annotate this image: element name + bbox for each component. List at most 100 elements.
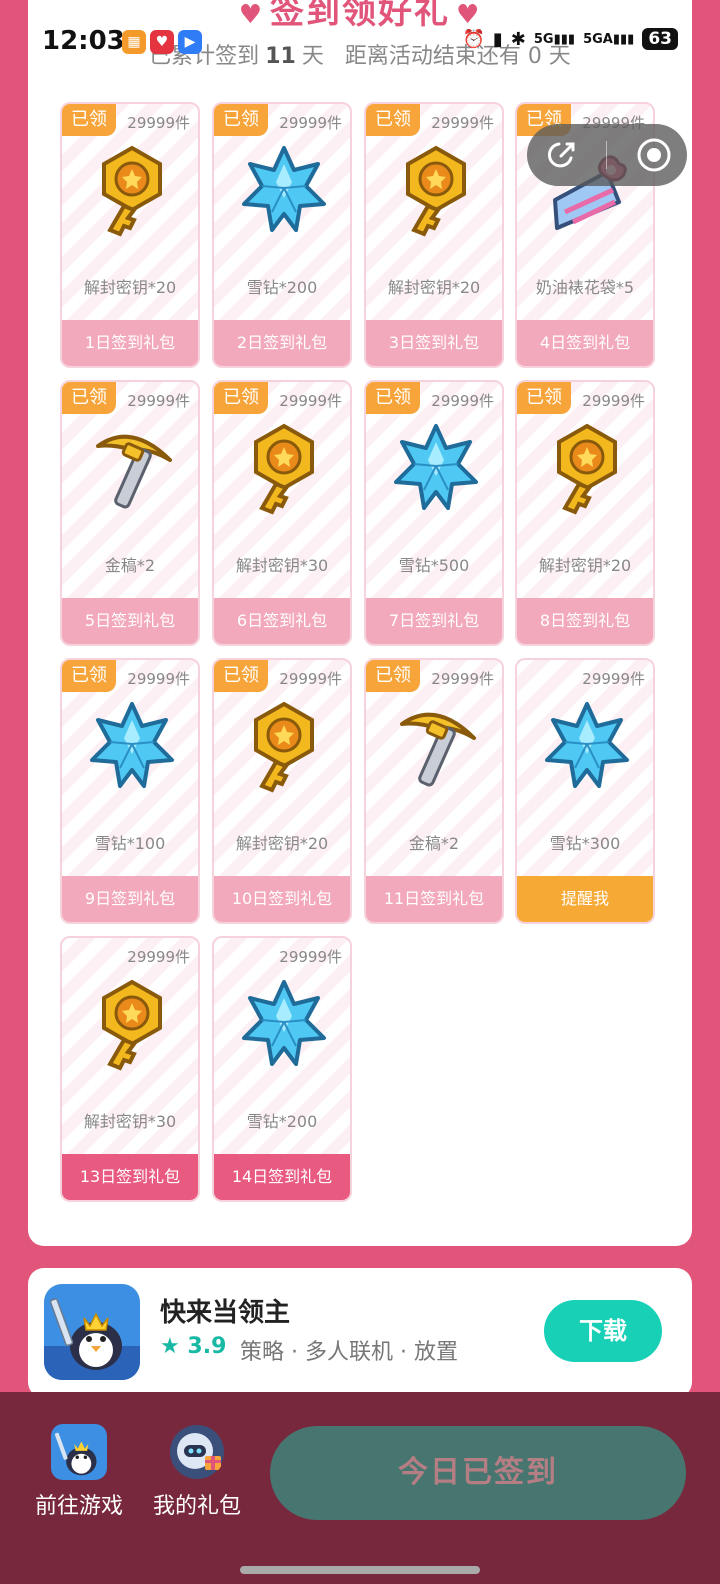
item-name: 解封密钥*20 <box>83 278 177 297</box>
reward-card[interactable]: 已领 29999件 雪钻*100 9日签到礼包 <box>60 658 200 924</box>
game-rating: ★ 3.9 <box>160 1334 226 1359</box>
game-banner[interactable]: 快来当领主 ★ 3.9 策略 · 多人联机 · 放置 下载 <box>28 1268 692 1398</box>
capsule-divider <box>606 141 608 169</box>
claimed-badge: 已领 <box>366 660 420 692</box>
vibrate-icon: ▮ <box>492 28 503 50</box>
system-status-icons: ⏰ ▮ ✱ 5G▮▮▮ 5GA▮▮▮ 63 <box>462 28 678 50</box>
stock-count: 29999件 <box>279 114 342 132</box>
gift-pack-label: 6日签到礼包 <box>214 598 350 644</box>
item-name: 奶油裱花袋*5 <box>535 278 635 297</box>
signal-5ga-icon: 5GA▮▮▮ <box>583 31 635 47</box>
home-indicator[interactable] <box>240 1566 480 1574</box>
bluetooth-icon: ✱ <box>510 28 526 50</box>
gift-pack-label: 9日签到礼包 <box>62 876 198 922</box>
gift-pack-label: 2日签到礼包 <box>214 320 350 366</box>
item-name: 解封密钥*20 <box>538 556 632 575</box>
snow-diamond-icon <box>88 698 176 794</box>
stock-count: 29999件 <box>431 670 494 688</box>
close-target-icon[interactable] <box>635 136 673 174</box>
notification-icons: ▦ ♥ ▶ <box>122 30 202 54</box>
stock-count: 29999件 <box>127 392 190 410</box>
claimed-badge: 已领 <box>62 660 116 692</box>
gift-pack-label: 14日签到礼包 <box>214 1154 350 1200</box>
health-app-icon: ♥ <box>150 30 174 54</box>
reward-card[interactable]: 已领 29999件解封密钥*30 6日签到礼包 <box>212 380 352 646</box>
game-tags: 策略 · 多人联机 · 放置 <box>240 1340 458 1365</box>
reward-card[interactable]: 已领 29999件雪钻*200 2日签到礼包 <box>212 102 352 368</box>
claimed-badge: 已领 <box>62 104 116 136</box>
reward-card[interactable]: 已领 29999件 雪钻*500 7日签到礼包 <box>364 380 504 646</box>
golden-key-icon <box>392 142 480 238</box>
item-name: 解封密钥*20 <box>235 834 329 853</box>
calendar-app-icon: ▦ <box>122 30 146 54</box>
snow-diamond-icon <box>240 976 328 1072</box>
goto-game-button[interactable]: 前往游戏 <box>24 1424 134 1520</box>
stock-count: 29999件 <box>431 114 494 132</box>
signal-5g-icon: 5G▮▮▮ <box>533 31 576 47</box>
golden-key-icon <box>240 698 328 794</box>
item-name: 雪钻*200 <box>246 278 318 297</box>
item-name: 金稿*2 <box>408 834 460 853</box>
golden-key-icon <box>88 142 176 238</box>
gift-pack-label: 5日签到礼包 <box>62 598 198 644</box>
item-name: 金稿*2 <box>104 556 156 575</box>
reward-card[interactable]: 29999件 解封密钥*30 13日签到礼包 <box>60 936 200 1202</box>
gift-pack-label: 1日签到礼包 <box>62 320 198 366</box>
my-gifts-label: 我的礼包 <box>152 1494 241 1519</box>
reward-card[interactable]: 已领 29999件解封密钥*20 3日签到礼包 <box>364 102 504 368</box>
snow-diamond-icon <box>392 420 480 516</box>
stock-count: 29999件 <box>582 392 645 410</box>
reward-card[interactable]: 29999件 雪钻*300 提醒我 <box>515 658 655 924</box>
reward-card[interactable]: 已领 29999件解封密钥*20 8日签到礼包 <box>515 380 655 646</box>
game-app-icon <box>44 1284 140 1380</box>
item-name: 雪钻*100 <box>94 834 166 853</box>
item-name: 解封密钥*30 <box>83 1112 177 1131</box>
game-name: 快来当领主 <box>160 1298 291 1328</box>
snow-diamond-icon <box>240 142 328 238</box>
gift-pack-label: 8日签到礼包 <box>517 598 653 644</box>
remind-me-button[interactable]: 提醒我 <box>517 876 653 922</box>
claimed-badge: 已领 <box>62 382 116 414</box>
gift-pack-label: 10日签到礼包 <box>214 876 350 922</box>
stock-count: 29999件 <box>127 948 190 966</box>
item-name: 雪钻*300 <box>549 834 621 853</box>
my-gifts-button[interactable]: 我的礼包 <box>142 1424 252 1520</box>
game-app-icon <box>51 1424 107 1480</box>
download-button[interactable]: 下载 <box>544 1300 662 1362</box>
stock-count: 29999件 <box>279 392 342 410</box>
alarm-icon: ⏰ <box>462 28 485 50</box>
claimed-badge: 已领 <box>214 382 268 414</box>
goto-game-label: 前往游戏 <box>34 1494 123 1519</box>
gift-bot-icon <box>169 1424 225 1480</box>
stock-count: 29999件 <box>431 392 494 410</box>
reward-card[interactable]: 已领 29999件 解封密钥*20 10日签到礼包 <box>212 658 352 924</box>
claimed-badge: 已领 <box>366 104 420 136</box>
reward-card[interactable]: 已领 29999件金稿*2 5日签到礼包 <box>60 380 200 646</box>
bottom-bar: 前往游戏 我的礼包 今日已签到 <box>0 1392 720 1584</box>
status-time: 12:03 <box>42 26 125 56</box>
status-bar: 12:03 ▦ ♥ ▶ ⏰ ▮ ✱ 5G▮▮▮ 5GA▮▮▮ 63 <box>0 18 720 70</box>
golden-pickaxe-icon <box>88 420 176 516</box>
gift-pack-label: 3日签到礼包 <box>366 320 502 366</box>
claimed-badge: 已领 <box>517 382 571 414</box>
item-name: 解封密钥*30 <box>235 556 329 575</box>
gift-pack-label: 7日签到礼包 <box>366 598 502 644</box>
gift-pack-label: 4日签到礼包 <box>517 320 653 366</box>
share-icon[interactable] <box>541 136 579 174</box>
mini-program-capsule <box>527 124 687 186</box>
reward-card[interactable]: 29999件 雪钻*200 14日签到礼包 <box>212 936 352 1202</box>
reward-card[interactable]: 已领 29999件 金稿*2 11日签到礼包 <box>364 658 504 924</box>
stock-count: 29999件 <box>127 114 190 132</box>
reward-card[interactable]: 已领 29999件解封密钥*20 1日签到礼包 <box>60 102 200 368</box>
claimed-badge: 已领 <box>214 104 268 136</box>
battery-icon: 63 <box>642 28 678 50</box>
item-name: 解封密钥*20 <box>387 278 481 297</box>
signed-today-button[interactable]: 今日已签到 <box>270 1426 686 1520</box>
golden-key-icon <box>88 976 176 1072</box>
snow-diamond-icon <box>543 698 631 794</box>
video-app-icon: ▶ <box>178 30 202 54</box>
item-name: 雪钻*500 <box>398 556 470 575</box>
game-rating-value: 3.9 <box>187 1334 227 1359</box>
claimed-badge: 已领 <box>214 660 268 692</box>
star-icon: ★ <box>160 1334 180 1359</box>
